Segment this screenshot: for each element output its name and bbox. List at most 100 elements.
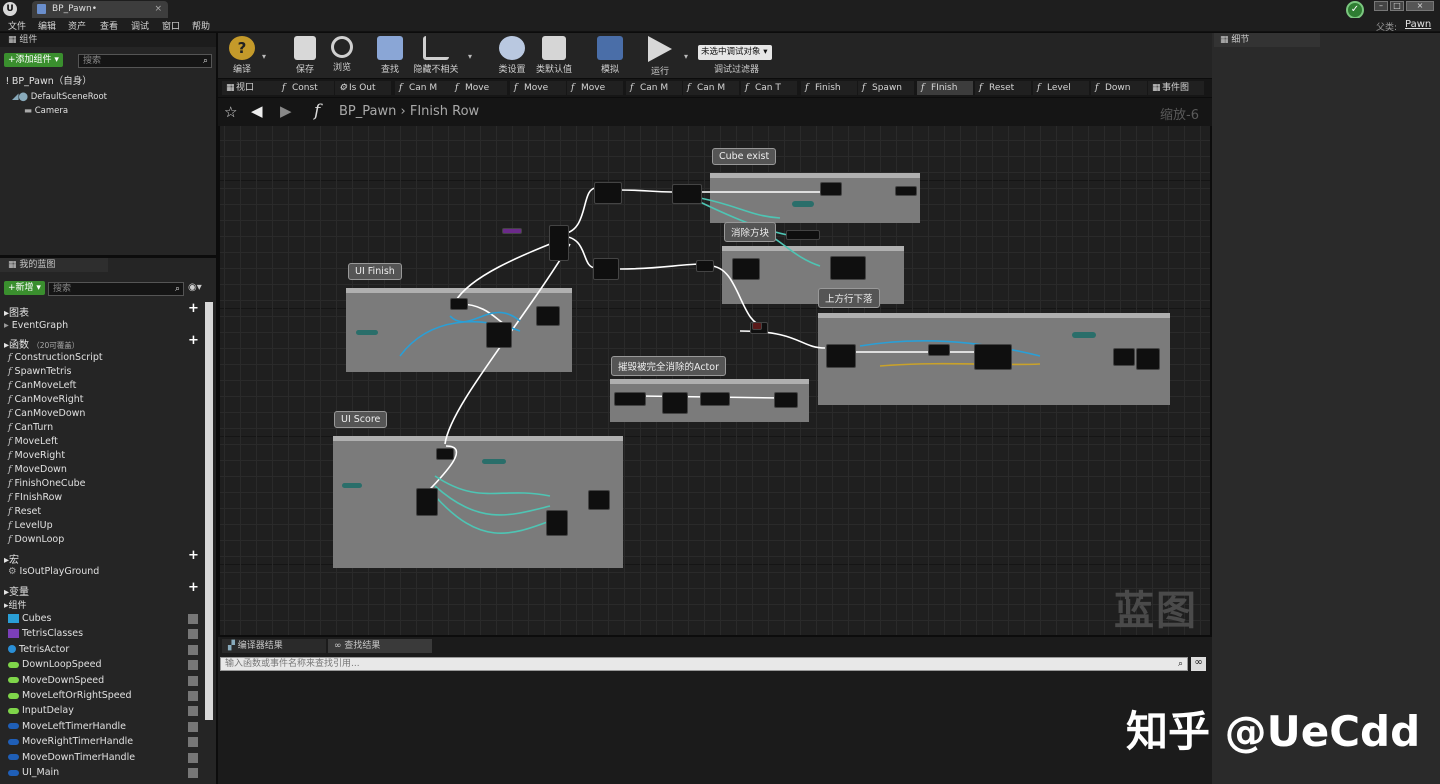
variable-item[interactable]: TetrisClasses bbox=[8, 628, 198, 640]
blueprint-search-input[interactable]: 搜索 ⌕ bbox=[48, 282, 184, 296]
teal-node[interactable] bbox=[792, 201, 814, 207]
graph-node[interactable] bbox=[928, 344, 950, 356]
graph-node[interactable] bbox=[830, 256, 866, 280]
visibility-toggle-icon[interactable] bbox=[188, 737, 198, 748]
play-button[interactable]: 运行 bbox=[638, 36, 682, 77]
simulate-button[interactable]: 模拟 bbox=[588, 36, 632, 76]
function-item[interactable]: f CanMoveRight bbox=[8, 394, 84, 405]
menu-asset[interactable]: 资产 bbox=[68, 19, 86, 32]
function-item[interactable]: f FinishOneCube bbox=[8, 478, 85, 489]
find-results-tab[interactable]: ∞ 查找结果 bbox=[328, 639, 432, 653]
menu-file[interactable]: 文件 bbox=[8, 19, 26, 32]
tree-item-camera[interactable]: ▬ Camera bbox=[24, 106, 68, 116]
graph-tab[interactable]: f Down bbox=[1091, 81, 1147, 95]
breadcrumb-blueprint[interactable]: BP_Pawn bbox=[339, 104, 396, 119]
parent-class-link[interactable]: Pawn bbox=[1405, 19, 1431, 30]
visibility-toggle-icon[interactable] bbox=[188, 644, 198, 655]
function-item[interactable]: f CanMoveLeft bbox=[8, 380, 76, 391]
graph-node[interactable] bbox=[450, 298, 468, 310]
graph-node[interactable] bbox=[614, 392, 646, 406]
variable-item[interactable]: MoveRightTimerHandle bbox=[8, 736, 198, 748]
graph-node[interactable] bbox=[820, 182, 842, 196]
play-options-chevron-icon[interactable]: ▾ bbox=[684, 52, 688, 61]
binoculars-icon[interactable]: ∞ bbox=[1191, 657, 1206, 671]
component-search-input[interactable]: 搜索 ⌕ bbox=[78, 54, 212, 68]
graph-node[interactable] bbox=[826, 344, 856, 368]
graph-node[interactable] bbox=[594, 182, 622, 204]
function-item[interactable]: f CanTurn bbox=[8, 422, 53, 433]
function-item[interactable]: f SpawnTetris bbox=[8, 366, 71, 377]
graph-node[interactable] bbox=[416, 488, 438, 516]
variable-item[interactable]: Cubes bbox=[8, 613, 198, 624]
class-settings-button[interactable]: 类设置 bbox=[490, 36, 534, 76]
hide-options-chevron-icon[interactable]: ▾ bbox=[468, 52, 472, 61]
graph-node[interactable] bbox=[436, 448, 454, 460]
graph-tab[interactable]: f Can M bbox=[626, 81, 682, 95]
function-item[interactable]: f CanMoveDown bbox=[8, 408, 85, 419]
breadcrumb-function[interactable]: FInish Row bbox=[410, 104, 479, 119]
graph-node[interactable] bbox=[536, 306, 560, 326]
graph-tab[interactable]: f Level bbox=[1033, 81, 1089, 95]
add-function-button[interactable]: + bbox=[188, 333, 199, 348]
menu-debug[interactable]: 调试 bbox=[131, 19, 149, 32]
find-button[interactable]: 查找 bbox=[368, 36, 412, 76]
visibility-toggle-icon[interactable] bbox=[188, 721, 198, 732]
self-item[interactable]: ǃ BP_Pawn（自身） bbox=[6, 73, 92, 87]
comment-bubble[interactable]: UI Score bbox=[334, 411, 388, 428]
visibility-toggle-icon[interactable] bbox=[188, 614, 198, 624]
hide-unrelated-button[interactable]: 隐藏不相关 bbox=[410, 36, 462, 76]
graph-node[interactable] bbox=[593, 258, 619, 280]
variable-item[interactable]: TetrisActor bbox=[8, 644, 198, 655]
graph-tab[interactable]: f Const bbox=[278, 81, 334, 95]
debug-object-select[interactable]: 未选中调试对象 ▾ bbox=[698, 45, 772, 60]
compile-button[interactable]: ? 编译 bbox=[220, 36, 264, 76]
find-references-input[interactable]: 输入函数或事件名称来查找引用... ⌕ bbox=[220, 657, 1188, 671]
document-tab[interactable]: BP_Pawn• × bbox=[32, 1, 168, 18]
function-entry-node[interactable] bbox=[549, 225, 569, 261]
minimize-button[interactable]: – bbox=[1374, 1, 1388, 11]
graph-node[interactable] bbox=[672, 184, 702, 204]
class-defaults-button[interactable]: 类默认值 bbox=[532, 36, 576, 76]
comment-bubble[interactable]: 消除方块 bbox=[724, 222, 777, 242]
variable-group-components[interactable]: ▸组件 bbox=[4, 598, 27, 611]
function-item[interactable]: f MoveRight bbox=[8, 450, 65, 461]
graph-node[interactable] bbox=[774, 392, 798, 408]
variable-item[interactable]: InputDelay bbox=[8, 705, 198, 717]
menu-help[interactable]: 帮助 bbox=[192, 19, 210, 32]
variable-item[interactable]: MoveLeftOrRightSpeed bbox=[8, 690, 198, 701]
add-graph-button[interactable]: + bbox=[188, 301, 199, 316]
graph-node[interactable] bbox=[696, 260, 714, 272]
menu-view[interactable]: 查看 bbox=[100, 19, 118, 32]
graph-tab[interactable]: f Finish bbox=[801, 81, 857, 95]
visibility-toggle-icon[interactable] bbox=[188, 752, 198, 763]
back-arrow-icon[interactable]: ◀ bbox=[251, 102, 263, 120]
compiler-results-tab[interactable]: ▞ 编译器结果 bbox=[222, 639, 326, 653]
graph-tab[interactable]: f Move bbox=[451, 81, 507, 95]
visibility-eye-icon[interactable]: ◉▾ bbox=[188, 282, 202, 293]
graphs-category[interactable]: ▸图表 bbox=[4, 304, 29, 319]
visibility-toggle-icon[interactable] bbox=[188, 660, 198, 671]
visibility-toggle-icon[interactable] bbox=[188, 629, 198, 640]
comment-bubble[interactable]: UI Finish bbox=[348, 263, 402, 280]
forward-arrow-icon[interactable]: ▶ bbox=[280, 102, 292, 120]
function-item[interactable]: f DownLoop bbox=[8, 534, 64, 545]
menu-window[interactable]: 窗口 bbox=[162, 19, 180, 32]
comment-bubble[interactable]: Cube exist bbox=[712, 148, 777, 165]
close-window-button[interactable]: × bbox=[1406, 1, 1434, 11]
browse-button[interactable]: 浏览 bbox=[320, 36, 364, 76]
add-variable-button[interactable]: + bbox=[188, 580, 199, 595]
graph-node[interactable] bbox=[486, 322, 512, 348]
visibility-toggle-icon[interactable] bbox=[188, 706, 198, 717]
graph-node[interactable] bbox=[895, 186, 917, 196]
graph-node[interactable] bbox=[1136, 348, 1160, 370]
macro-item[interactable]: ⚙ IsOutPlayGround bbox=[8, 566, 99, 577]
teal-node[interactable] bbox=[482, 459, 506, 464]
function-item[interactable]: f MoveDown bbox=[8, 464, 67, 475]
function-item[interactable]: f FInishRow bbox=[8, 492, 62, 503]
graph-tab[interactable]: f Can T bbox=[741, 81, 797, 95]
variable-node[interactable] bbox=[502, 228, 522, 234]
star-icon[interactable]: ☆ bbox=[224, 103, 237, 121]
teal-node[interactable] bbox=[342, 483, 362, 488]
blueprint-graph-canvas[interactable] bbox=[220, 126, 1210, 635]
menu-edit[interactable]: 编辑 bbox=[38, 19, 56, 32]
